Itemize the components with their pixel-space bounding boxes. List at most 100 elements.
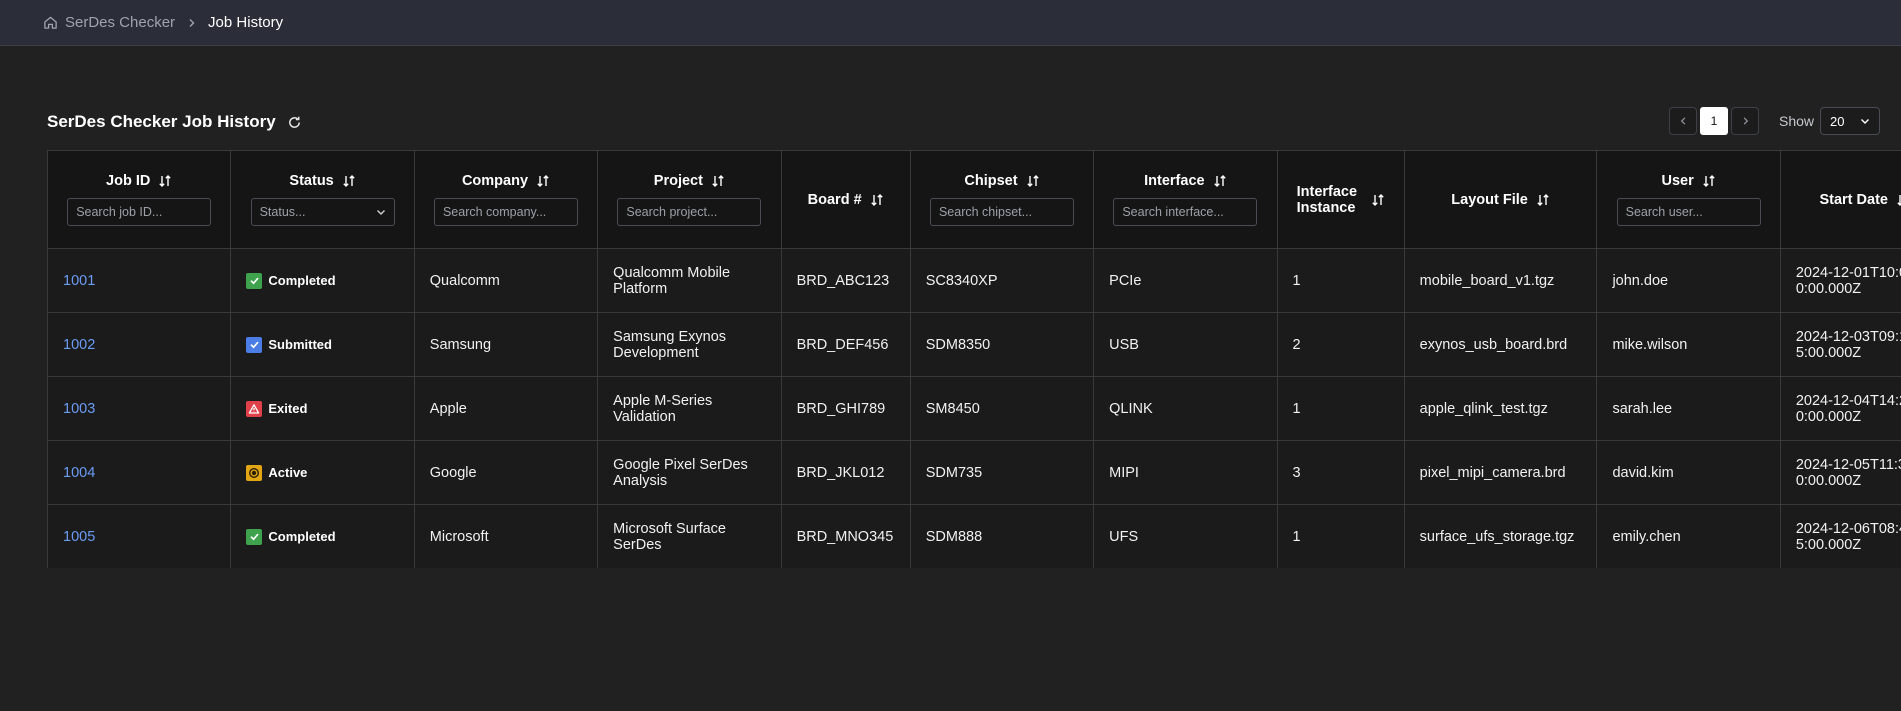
cell-text: Qualcomm Mobile Platform (613, 264, 731, 297)
breadcrumb-current: Job History (208, 14, 284, 31)
table-row[interactable]: 1004 Active Google Google Pixel SerDes Anal… (47, 440, 1901, 505)
cell-text: BRD_ABC123 (796, 272, 890, 289)
job-id-link[interactable]: 1004 (63, 465, 95, 481)
sort-icon[interactable] (870, 193, 884, 207)
cell-text: BRD_MNO345 (796, 528, 894, 545)
cell-text: 2024-12-01T10:00:00.000Z (1795, 264, 1901, 297)
cell-text: 3 (1292, 464, 1301, 481)
table-row[interactable]: 1005 Completed Microsoft Microsoft Surface … (47, 504, 1901, 568)
cell-status: Submitted (230, 312, 415, 377)
column-header-label: Layout File (1451, 191, 1528, 208)
cell-company: Apple (413, 376, 599, 441)
cell-user: john.doe (1596, 248, 1781, 313)
cell-status: Completed (230, 248, 415, 313)
column-header-instance: Interface Instance (1276, 150, 1405, 249)
chevron-right-icon (187, 18, 197, 28)
column-header-label-wrap: Status (289, 173, 355, 189)
cell-text: SM8450 (925, 400, 980, 417)
cell-text: QLINK (1109, 400, 1153, 417)
sort-icon[interactable] (342, 174, 356, 188)
cell-text: david.kim (1612, 464, 1674, 481)
job-id-link[interactable]: 1005 (63, 529, 95, 545)
sort-icon[interactable] (711, 174, 725, 188)
chevron-down-icon (1861, 119, 1870, 124)
column-header-label: User (1661, 173, 1694, 189)
chevron-right-icon (1743, 117, 1748, 125)
filter-input-user[interactable] (1616, 198, 1761, 226)
cell-status: Active (230, 440, 415, 505)
sort-icon[interactable] (158, 174, 172, 188)
cell-company: Samsung (413, 312, 599, 377)
cell-text: UFS (1109, 528, 1139, 545)
cell-start: 2024-12-05T11:30:00.000Z (1779, 440, 1901, 505)
filter-input-job_id[interactable] (67, 198, 212, 226)
cell-text: apple_qlink_test.tgz (1419, 400, 1548, 417)
next-page-button[interactable] (1731, 107, 1759, 135)
cell-start: 2024-12-04T14:20:00.000Z (1779, 376, 1901, 441)
cell-instance: 3 (1276, 440, 1405, 505)
page-size-select[interactable]: 20 (1820, 107, 1881, 135)
filter-input-project[interactable] (617, 198, 762, 226)
cell-instance: 1 (1276, 248, 1405, 313)
sort-icon[interactable] (1896, 193, 1901, 207)
column-header-chipset: Chipset (909, 150, 1095, 249)
job-id-link[interactable]: 1003 (63, 401, 95, 417)
filter-input-interface[interactable] (1113, 198, 1258, 226)
filter-input-company[interactable] (433, 198, 578, 226)
prev-page-button[interactable] (1669, 107, 1697, 135)
table-row[interactable]: 1002 Submitted Samsung Samsung Exynos Devel… (47, 312, 1901, 377)
page-number-button[interactable]: 1 (1700, 107, 1728, 135)
cell-text: 2024-12-04T14:20:00.000Z (1795, 392, 1901, 425)
status-filter-select[interactable]: Status... (250, 198, 395, 226)
filter-input-chipset[interactable] (929, 198, 1074, 226)
cell-text: SDM8350 (925, 336, 991, 353)
cell-layout: surface_ufs_storage.tgz (1403, 504, 1598, 568)
cell-text: USB (1109, 336, 1139, 353)
cell-interface: MIPI (1093, 440, 1278, 505)
cell-job_id: 1001 (47, 248, 232, 313)
cell-text: john.doe (1612, 272, 1669, 289)
sort-icon[interactable] (1026, 174, 1040, 188)
status-badge: Submitted (246, 336, 398, 353)
job-id-link[interactable]: 1002 (63, 337, 95, 353)
sort-icon[interactable] (1536, 193, 1550, 207)
cell-chipset: SDM735 (909, 440, 1095, 505)
cell-text: 2 (1292, 336, 1301, 353)
cell-job_id: 1002 (47, 312, 232, 377)
cell-instance: 2 (1276, 312, 1405, 377)
cell-text: emily.chen (1612, 528, 1681, 545)
table-row[interactable]: 1001 Completed Qualcomm Qualcomm Mobile Pla… (47, 248, 1901, 313)
sort-icon[interactable] (1371, 193, 1385, 207)
cell-text: SDM888 (925, 528, 983, 545)
column-header-board: Board # (780, 150, 911, 249)
cell-chipset: SDM8350 (909, 312, 1095, 377)
status-label: Submitted (268, 336, 332, 352)
cell-text: exynos_usb_board.brd (1419, 336, 1568, 353)
column-header-inner: Company (430, 173, 582, 226)
cell-interface: UFS (1093, 504, 1278, 568)
cell-text: BRD_DEF456 (796, 336, 889, 353)
cell-layout: mobile_board_v1.tgz (1403, 248, 1598, 313)
sort-icon[interactable] (536, 174, 550, 188)
column-header-inner: Project (613, 173, 765, 226)
cell-text: 2024-12-03T09:15:00.000Z (1795, 328, 1901, 361)
column-header-inner: Status Status... (246, 173, 398, 226)
cell-text: MIPI (1109, 464, 1139, 481)
cell-text: 1 (1292, 272, 1301, 289)
sort-icon[interactable] (1213, 174, 1227, 188)
cell-layout: exynos_usb_board.brd (1403, 312, 1598, 377)
sort-icon[interactable] (1702, 174, 1716, 188)
column-header-label-wrap: Interface Instance (1297, 184, 1385, 216)
job-id-link[interactable]: 1001 (63, 273, 95, 289)
column-header-label-wrap: Job ID (106, 173, 172, 189)
refresh-icon[interactable] (287, 115, 302, 130)
page-title-text: SerDes Checker Job History (47, 112, 276, 131)
cell-text: sarah.lee (1612, 400, 1673, 417)
page-size-value: 20 (1830, 113, 1845, 129)
breadcrumb-root[interactable]: SerDes Checker (43, 14, 175, 31)
cell-text: Apple M-Series Validation (613, 392, 713, 425)
table-row[interactable]: 1003 Exited Apple Apple M-Series Validation… (47, 376, 1901, 441)
cell-chipset: SDM888 (909, 504, 1095, 568)
column-header-interface: Interface (1093, 150, 1278, 249)
cell-layout: pixel_mipi_camera.brd (1403, 440, 1598, 505)
